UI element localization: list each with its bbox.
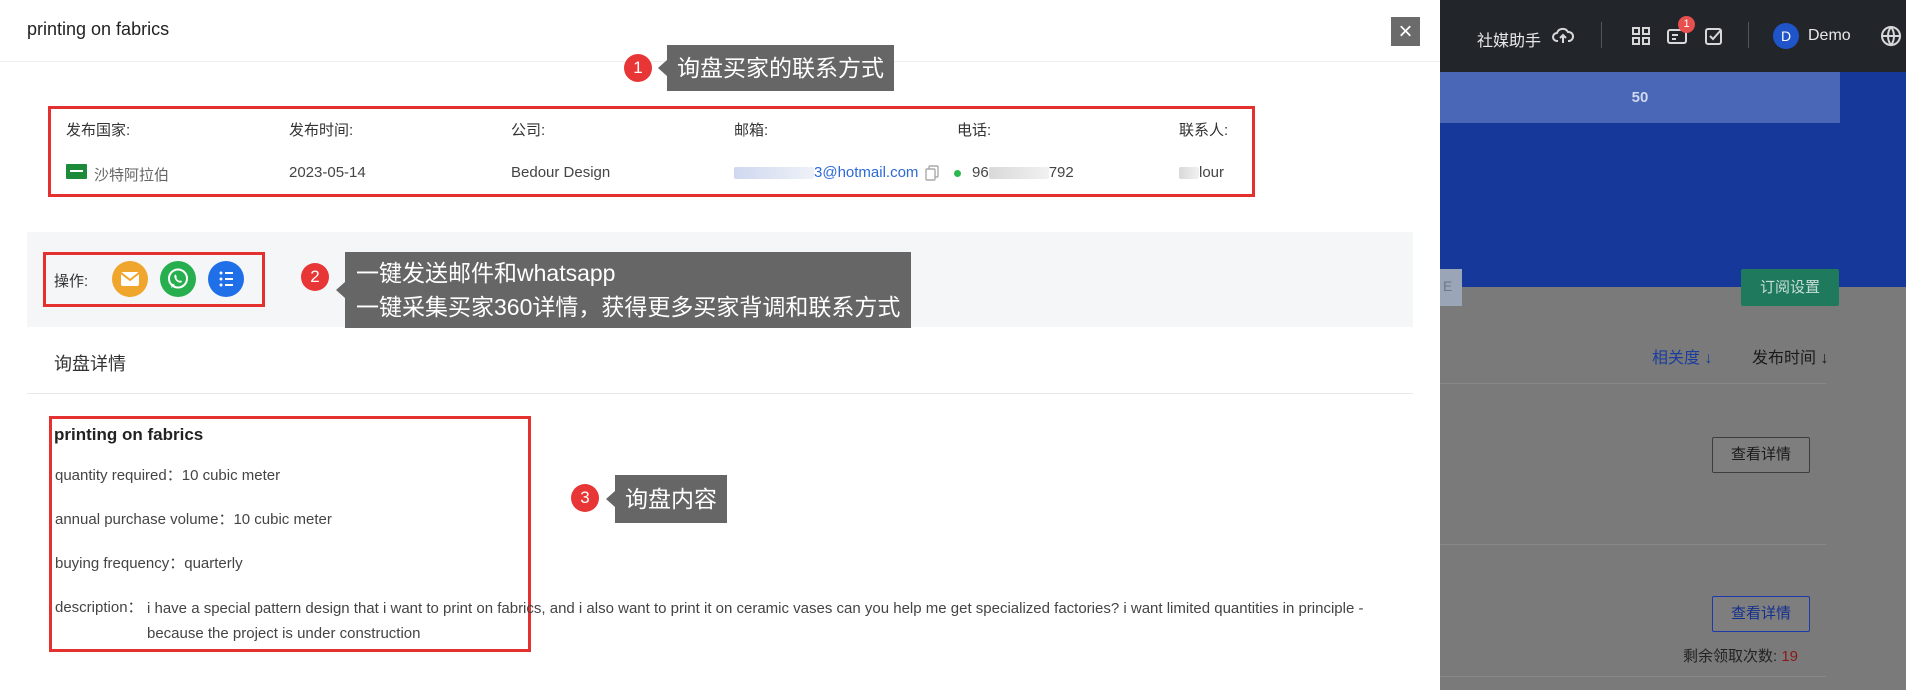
email-label: 邮箱:: [734, 122, 769, 139]
notification-badge: 1: [1678, 16, 1695, 33]
online-status-dot: [954, 170, 961, 177]
mail-icon: [120, 272, 140, 286]
country-value: 沙特阿拉伯: [94, 167, 170, 184]
inquiry-title: printing on fabrics: [54, 425, 204, 444]
view-details-button[interactable]: 查看详情: [1712, 437, 1810, 473]
contact-value: lour: [1179, 164, 1224, 181]
copy-icon[interactable]: [925, 165, 939, 186]
globe-icon[interactable]: [1880, 25, 1902, 52]
subscribe-settings-button[interactable]: 订阅设置: [1741, 269, 1839, 306]
apps-grid-icon[interactable]: [1631, 26, 1651, 51]
whatsapp-icon: [168, 268, 188, 289]
callout-number-1: 1: [624, 54, 652, 82]
date-value: 2023-05-14: [289, 164, 366, 181]
divider: [27, 393, 1413, 394]
description-label: description：: [55, 599, 143, 616]
hero-panel: 50 E 订阅设置: [1440, 72, 1906, 306]
inquiry-modal: printing on fabrics × 发布国家: 发布时间: 公司: 邮箱…: [0, 0, 1440, 690]
callout-contact-info: 询盘买家的联系方式: [658, 45, 894, 91]
view-details-button[interactable]: 查看详情: [1712, 596, 1810, 632]
hero-value: 50: [1440, 72, 1840, 123]
phone-value: 96 792: [972, 164, 1074, 181]
email-value[interactable]: 3@hotmail.com: [734, 164, 918, 181]
send-email-button[interactable]: [112, 261, 148, 297]
left-chip-button[interactable]: E: [1440, 269, 1462, 306]
saudi-arabia-flag-icon: [66, 164, 87, 179]
edit-check-icon[interactable]: [1704, 26, 1724, 51]
callout-actions: 一键发送邮件和whatsapp 一键采集买家360详情，获得更多买家背调和联系方…: [335, 252, 912, 328]
operations-label: 操作:: [54, 273, 89, 290]
buyer-360-button[interactable]: [208, 261, 244, 297]
callout-number-2: 2: [301, 263, 329, 291]
divider: [1601, 22, 1602, 48]
description-text: i have a special pattern design that i w…: [147, 600, 1364, 642]
date-label: 发布时间:: [289, 122, 354, 139]
redacted-block: [734, 167, 814, 180]
annual-purchase-volume: annual purchase volume：10 cubic meter: [55, 511, 332, 528]
callout-inquiry-content: 询盘内容: [606, 475, 727, 523]
country-label: 发布国家:: [66, 122, 131, 139]
avatar[interactable]: D: [1773, 23, 1799, 49]
divider: [1440, 676, 1826, 677]
user-name[interactable]: Demo: [1808, 27, 1851, 45]
company-label: 公司:: [511, 122, 546, 139]
arrow-down-icon: ↓: [1704, 350, 1713, 367]
redacted-block: [1179, 167, 1199, 180]
close-icon: ×: [1398, 18, 1413, 45]
sort-publish-date[interactable]: 发布时间 ↓: [1752, 344, 1828, 368]
social-assistant-label[interactable]: 社媒助手: [1477, 27, 1541, 51]
contact-label: 联系人:: [1179, 122, 1229, 139]
remaining-claims: 剩余领取次数: 19: [1683, 648, 1799, 665]
quantity-required: quantity required：10 cubic meter: [55, 467, 281, 484]
divider: [1440, 544, 1826, 545]
close-button[interactable]: ×: [1391, 17, 1420, 46]
arrow-down-icon: ↓: [1820, 350, 1829, 367]
cloud-upload-icon[interactable]: [1552, 26, 1575, 51]
list-icon: [219, 271, 233, 287]
contact-info-highlight: [48, 106, 1255, 197]
phone-label: 电话:: [957, 122, 992, 139]
background-app: 社媒助手 1 D Demo 50 E 订阅设置 相关度 ↓ 发布时间 ↓ 查看详…: [1440, 0, 1906, 690]
buying-frequency: buying frequency：quarterly: [55, 555, 243, 572]
divider: [1440, 383, 1826, 384]
sort-relevance[interactable]: 相关度 ↓: [1652, 344, 1712, 368]
company-value: Bedour Design: [511, 164, 611, 181]
redacted-block: [988, 167, 1049, 180]
callout-number-3: 3: [571, 484, 599, 512]
divider: [1748, 22, 1749, 48]
top-bar: 社媒助手 1 D Demo: [1440, 0, 1906, 72]
send-whatsapp-button[interactable]: [160, 261, 196, 297]
section-title: 询盘详情: [54, 354, 126, 374]
modal-title: printing on fabrics: [27, 19, 170, 39]
